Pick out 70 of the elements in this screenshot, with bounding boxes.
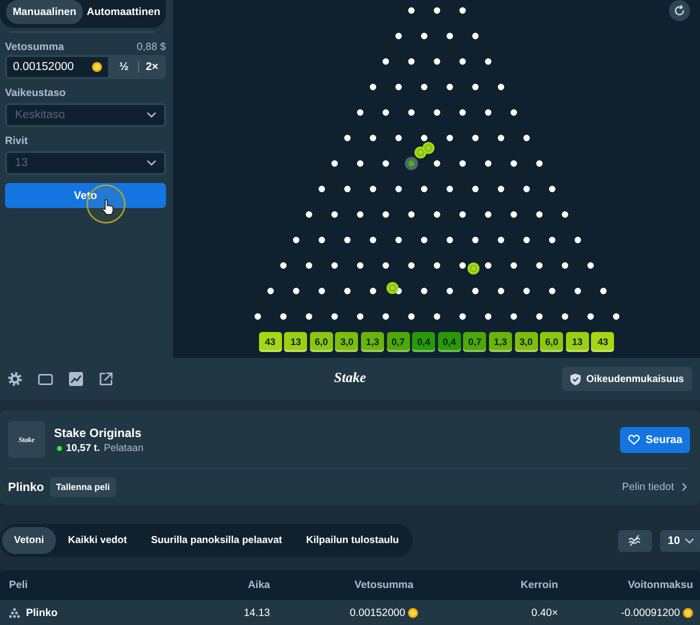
player-count: 10,57 t. xyxy=(66,442,100,454)
field-label: Vetosumma xyxy=(5,41,64,53)
multiplier-slot: 6,0 xyxy=(310,332,333,352)
status-dot-icon xyxy=(57,446,62,450)
table-cell: -0.00091200 xyxy=(621,606,680,618)
table-cell: 0.00152000 xyxy=(350,606,406,618)
coin-icon xyxy=(683,608,693,618)
converted-amount: 0,88 $ xyxy=(136,41,166,53)
multiplier-slot: 0,7 xyxy=(463,332,486,352)
coin-icon xyxy=(408,608,418,618)
chart-icon[interactable] xyxy=(69,372,83,386)
table-cell: 14.13 xyxy=(244,606,270,618)
ball-icon xyxy=(422,142,434,154)
multiplier-slot: 0,7 xyxy=(386,332,410,352)
coin-icon xyxy=(92,62,102,72)
column-header: Aika xyxy=(248,579,270,591)
column-header: Kerroin xyxy=(520,579,558,591)
ball-icon xyxy=(467,262,479,274)
circular-arrow-icon xyxy=(674,5,685,16)
chevron-right-icon xyxy=(682,483,687,491)
field-label: Rivit xyxy=(5,135,28,147)
brand-logo: Stake xyxy=(334,371,366,387)
bet-tab[interactable]: Vetoni xyxy=(2,527,56,554)
bet-tab[interactable]: Suurilla panoksilla pelaavat xyxy=(138,527,294,554)
table-cell: 0.40× xyxy=(531,606,558,618)
column-header: Voitonmaksu xyxy=(628,579,693,591)
field-label: Vaikeustaso xyxy=(5,87,66,99)
multiplier-slot: 43 xyxy=(591,332,614,352)
player-label: Pelataan xyxy=(104,442,144,454)
arrow-out-icon[interactable] xyxy=(99,372,113,386)
slashed-lines-icon xyxy=(628,535,642,546)
circular-arrow-button[interactable] xyxy=(669,0,690,21)
settings-icon[interactable] xyxy=(8,372,22,386)
bet-amount-input[interactable]: 0.00152000 xyxy=(5,55,110,79)
shield-icon xyxy=(570,372,582,386)
chevron-down-icon xyxy=(147,112,156,118)
dots-triangle-icon xyxy=(9,608,20,618)
multiplier-slot: 0,4 xyxy=(412,332,436,352)
rectangle-icon[interactable] xyxy=(38,374,53,384)
multiplier-slot: 6,0 xyxy=(540,332,564,352)
fairness-button[interactable]: Oikeudenmukaisuus xyxy=(562,367,692,391)
ball-icon xyxy=(386,282,398,294)
heart-icon xyxy=(628,434,640,445)
multiplier-slot: 1,3 xyxy=(361,332,384,352)
page-size-select[interactable]: 10 xyxy=(660,530,700,552)
chevron-down-icon xyxy=(147,160,156,166)
multiplier-slot: 1,3 xyxy=(488,332,512,352)
multiplier-slot: 43 xyxy=(258,332,282,352)
multiplier-slot: 13 xyxy=(566,332,589,352)
column-header: Vetosumma xyxy=(354,579,414,591)
multiplier-slot: 3,0 xyxy=(335,332,358,352)
table-cell: Plinko xyxy=(26,606,58,618)
game-name: Plinko xyxy=(8,480,44,494)
bet-tab[interactable]: Kilpailun tulostaulu xyxy=(294,527,411,554)
toggle-button[interactable] xyxy=(618,530,652,552)
chevron-down-icon xyxy=(685,538,694,544)
game-info-link[interactable]: Pelin tiedot xyxy=(622,481,687,493)
mode-tab[interactable]: Manuaalinen xyxy=(6,0,83,24)
card-title: Stake Originals xyxy=(54,426,142,440)
follow-button[interactable]: Seuraa xyxy=(620,426,690,452)
bet-adjust-button[interactable]: 2× xyxy=(138,55,166,79)
bet-adjust-button[interactable]: ½ xyxy=(110,55,138,79)
multiplier-slot: 3,0 xyxy=(514,332,538,352)
column-header: Peli xyxy=(9,579,28,591)
hit-peg-icon xyxy=(404,156,418,170)
save-game-button[interactable]: Tallenna peli xyxy=(50,477,116,497)
bet-tab[interactable]: Kaikki vedot xyxy=(56,527,139,554)
multiplier-slot: 0,4 xyxy=(438,332,461,352)
mode-tab[interactable]: Automaattinen xyxy=(85,0,162,24)
multiplier-slot: 13 xyxy=(284,332,308,352)
